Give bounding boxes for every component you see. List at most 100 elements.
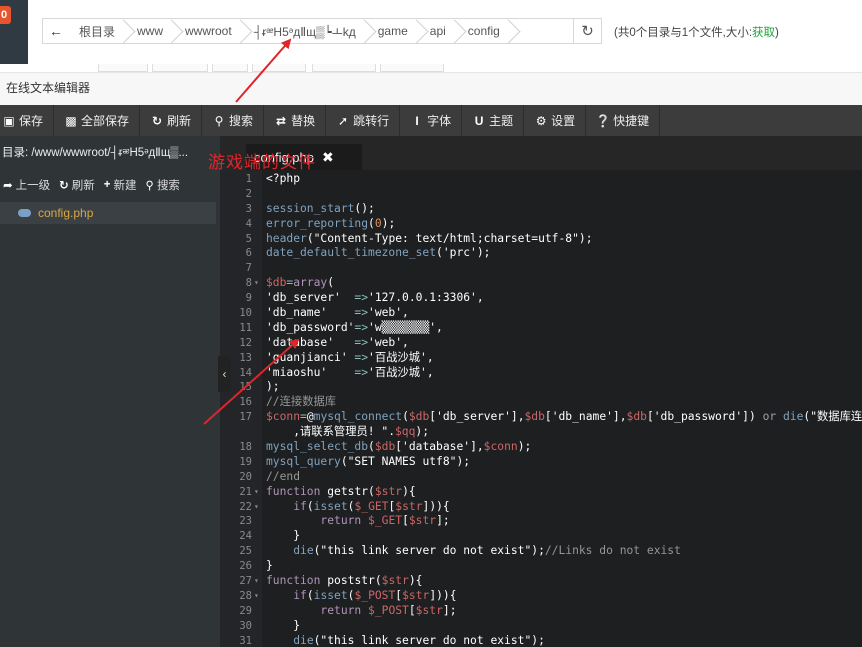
breadcrumb-site-folder[interactable]: ┤ᵲᵆH5ᵊдⅡщ▒┕ㅗkд (244, 19, 368, 43)
back-button[interactable]: ← (43, 19, 69, 43)
notification-badge[interactable]: 0 (0, 6, 11, 24)
code-token: (); (354, 201, 375, 215)
search-icon: ⚲ (214, 113, 224, 128)
save-icon: ▣ (3, 113, 15, 128)
new-file-button[interactable]: + 新建 (101, 177, 143, 193)
code-text: header("Content-Type: text/html;charset=… (266, 232, 593, 247)
save-button[interactable]: ▣ 保存 (0, 105, 55, 136)
code-token: ("SET NAMES utf8"); (340, 454, 471, 468)
code-token: ['db_name'], (544, 410, 627, 424)
code-text: $db=array( (266, 276, 334, 291)
code-token: ( (374, 574, 382, 588)
line-number: 31 (239, 634, 252, 647)
breadcrumb-root[interactable]: 根目录 (69, 19, 127, 43)
sidebar-search-button[interactable]: ⚲ 搜索 (143, 177, 186, 193)
path-refresh-button[interactable]: ↻ (573, 19, 601, 43)
code-text: 'db_server' =>'127.0.0.1:3306', (266, 291, 484, 306)
fold-toggle-icon[interactable]: ▾ (254, 574, 259, 589)
hidden-button (98, 64, 148, 72)
arrow-up-right-icon: ➦ (3, 180, 13, 192)
code-line: 19 mysql_query("SET NAMES utf8"); (220, 455, 862, 470)
line-number: 4 (245, 217, 252, 230)
code-line: 25 die("this link server do not exist");… (220, 544, 862, 559)
line-number: 8 (245, 277, 252, 290)
fold-toggle-icon[interactable]: ▾ (254, 276, 259, 291)
replace-icon: ⇄ (276, 113, 287, 128)
code-token: 'guanjianci' (266, 350, 355, 364)
code-token: 'db_server' (266, 291, 355, 305)
code-line: 6 date_default_timezone_set('prc'); (220, 246, 862, 261)
theme-button[interactable]: U 主题 (462, 105, 525, 136)
code-editor[interactable]: 1 <?php 2 3 session_start(); 4 error_reporting… (220, 170, 862, 647)
code-token: die (782, 410, 804, 424)
refresh-button[interactable]: ↻ 刷新 (140, 105, 203, 136)
fold-toggle-icon[interactable]: ▾ (254, 485, 259, 500)
sidebar-refresh-button[interactable]: ↻ 刷新 (56, 177, 101, 193)
code-token: ( (327, 276, 335, 290)
code-token: date_default_timezone_set (266, 246, 437, 260)
editor-tab-bar: config.php ✖ (220, 136, 862, 170)
code-token: 'db_password' (266, 320, 355, 334)
code-text: $conn=@mysql_connect($db['db_server'],$d… (266, 410, 862, 425)
close-icon[interactable]: ✖ (322, 149, 334, 166)
fold-toggle-icon[interactable]: ▾ (254, 589, 259, 604)
jump-line-button[interactable]: ➚ 跳转行 (326, 105, 401, 136)
fold-toggle-icon[interactable]: ▾ (254, 500, 259, 515)
code-text: 'database' =>'web', (266, 336, 409, 351)
code-token: ]; (436, 514, 450, 528)
editor-toolbar: ▣ 保存 ▩ 全部保存 ↻ 刷新 ⚲ 搜索 ⇄ 替换 ➚ 跳转行 I 字体 U 主题 ⚙ 设置 ❔… (0, 105, 862, 136)
code-line: 1 <?php (220, 172, 862, 187)
code-line: 3 session_start(); (220, 202, 862, 217)
code-token: error_reporting (266, 216, 369, 230)
save-all-button[interactable]: ▩ 全部保存 (54, 105, 141, 136)
code-token: ); (415, 425, 430, 439)
line-number: 22 (239, 500, 252, 513)
gear-icon: ⚙ (535, 113, 547, 128)
code-line: 23 return $_GET[$str]; (220, 514, 862, 529)
code-token: $qq (395, 425, 416, 439)
code-token: array (293, 276, 328, 290)
line-number: 16 (239, 396, 252, 409)
code-token: => (354, 320, 369, 334)
settings-button[interactable]: ⚙ 设置 (524, 105, 587, 136)
line-number: 11 (239, 321, 252, 334)
code-token: 'w▒▒▒▒▒▒▒', (368, 320, 443, 334)
code-token: 'db_name' (266, 306, 355, 320)
code-token: $db (266, 276, 287, 290)
code-text: session_start(); (266, 202, 375, 217)
get-size-link[interactable]: 获取 (752, 27, 775, 39)
parent-dir-button[interactable]: ➦ 上一级 (0, 177, 56, 193)
search-button[interactable]: ⚲ 搜索 (202, 105, 265, 136)
line-number: 10 (239, 307, 252, 320)
shortcuts-button[interactable]: ❔ 快捷键 (586, 105, 661, 136)
code-line: 20 //end (220, 470, 862, 485)
code-token: ['db_password']) (646, 410, 763, 424)
code-token: ); (578, 231, 593, 245)
code-token: $_POST (354, 588, 396, 602)
save-all-icon: ▩ (65, 113, 77, 128)
code-text: } (266, 619, 300, 634)
code-token: 'database' (266, 335, 355, 349)
code-token: ('prc'); (436, 246, 491, 260)
code-token: } (266, 618, 301, 632)
refresh-icon: ↻ (581, 23, 594, 40)
file-item-config[interactable]: config.php (0, 202, 216, 224)
code-token: } (266, 559, 273, 573)
code-token: '127.0.0.1:3306', (368, 291, 484, 305)
code-text: } (266, 529, 300, 544)
replace-button[interactable]: ⇄ 替换 (264, 105, 327, 136)
code-line: 26} (220, 559, 862, 574)
font-button[interactable]: I 字体 (400, 105, 463, 136)
code-token: isset (313, 499, 348, 513)
code-token: mysql_select_db (266, 440, 369, 454)
code-token: ("数据库连 (803, 410, 862, 424)
code-token: ){ (408, 574, 423, 588)
sidebar-collapse-toggle[interactable]: ‹ (218, 356, 231, 392)
code-token: //连接数据库 (266, 395, 337, 409)
code-line: 2 (220, 187, 862, 202)
code-token: ( (368, 484, 375, 498)
line-number: 5 (245, 232, 252, 245)
hidden-button (252, 64, 306, 72)
breadcrumb-wwwroot[interactable]: wwwroot (175, 19, 244, 43)
